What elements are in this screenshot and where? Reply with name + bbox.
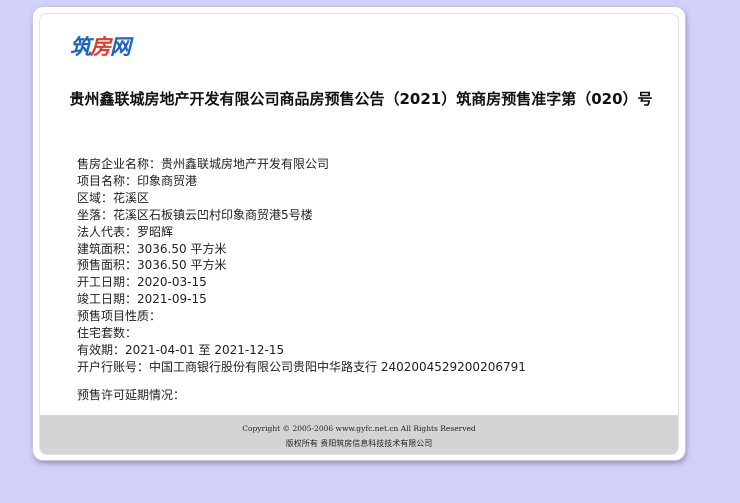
logo-char-3: 网	[110, 34, 131, 59]
info-presale-nature: 预售项目性质：	[77, 309, 162, 324]
page-title: 贵州鑫联城房地产开发有限公司商品房预售公告（2021）筑商房预售准字第（020）…	[69, 90, 653, 108]
info-residential-units: 住宅套数：	[77, 326, 138, 341]
notice-panel: 筑房网 贵州鑫联城房地产开发有限公司商品房预售公告（2021）筑商房预售准字第（…	[39, 13, 679, 455]
project-info-list: 售房企业名称：贵州鑫联城房地产开发有限公司 项目名称：印象商贸港 区域：花溪区 …	[77, 156, 667, 376]
permit-extension-label: 预售许可延期情况：	[77, 388, 186, 402]
site-logo[interactable]: 筑房网	[70, 34, 131, 59]
footer-copyright: Copyright © 2005-2006 www.gyfc.net.cn Al…	[242, 424, 476, 433]
info-completion-date: 竣工日期：2021-09-15	[77, 292, 207, 307]
page-footer: Copyright © 2005-2006 www.gyfc.net.cn Al…	[40, 415, 678, 454]
info-presale-area: 预售面积：3036.50 平方米	[77, 258, 227, 273]
info-district: 区域：花溪区	[77, 190, 150, 205]
info-location: 坐落：花溪区石板镇云凹村印象商贸港5号楼	[77, 207, 313, 222]
info-start-date: 开工日期：2020-03-15	[77, 275, 207, 290]
logo-char-2: 房	[90, 34, 111, 59]
info-project-name: 项目名称：印象商贸港	[77, 173, 198, 188]
logo-char-1: 筑	[70, 34, 91, 59]
info-legal-representative: 法人代表：罗昭辉	[77, 224, 174, 239]
info-seller-company: 售房企业名称：贵州鑫联城房地产开发有限公司	[77, 157, 330, 171]
info-validity-period: 有效期：2021-04-01 至 2021-12-15	[77, 342, 285, 357]
info-building-area: 建筑面积：3036.50 平方米	[77, 241, 227, 256]
notice-card: 筑房网 贵州鑫联城房地产开发有限公司商品房预售公告（2021）筑商房预售准字第（…	[33, 7, 685, 460]
info-bank-account: 开户行账号：中国工商银行股份有限公司贵阳中华路支行 24020045292002…	[77, 359, 526, 374]
footer-rights: 版权所有 贵阳筑房信息科技技术有限公司	[285, 439, 433, 448]
